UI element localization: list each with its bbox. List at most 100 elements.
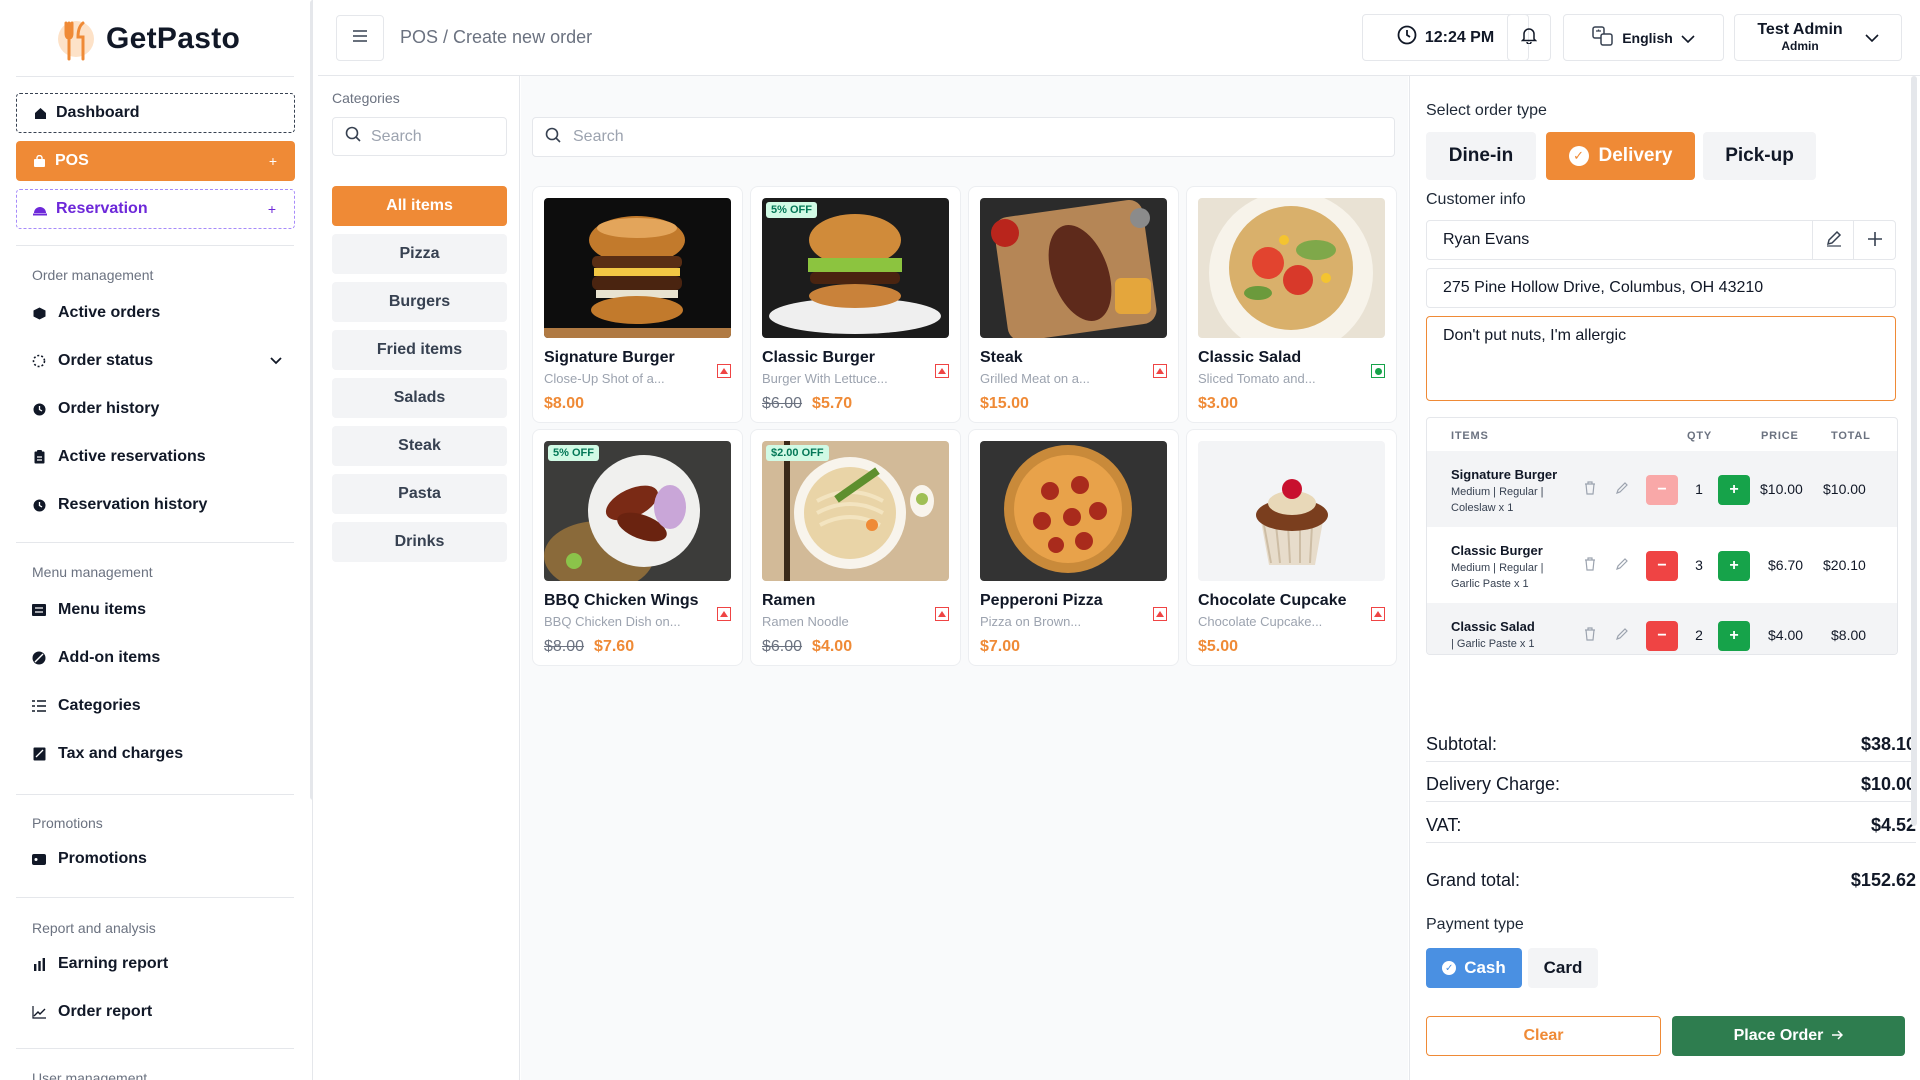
category-salads[interactable]: Salads [332, 378, 507, 418]
pencil-icon[interactable] [1616, 557, 1629, 573]
order-panel-scrollbar[interactable] [1911, 76, 1917, 826]
user-role: Admin [1781, 38, 1819, 53]
line-item-modifiers: Medium | Regular | Garlic Paste x 1 [1451, 562, 1544, 590]
sidebar-item-add-on-items[interactable]: Add-on items [32, 642, 282, 674]
decrease-qty-button[interactable]: − [1646, 551, 1678, 581]
customer-name-field[interactable]: Ryan Evans [1426, 220, 1896, 260]
sidebar-item-label: Active reservations [58, 448, 206, 465]
customer-info-label: Customer info [1426, 191, 1526, 208]
decrease-qty-button[interactable]: − [1646, 621, 1678, 651]
add-customer-button[interactable] [1853, 221, 1895, 259]
increase-qty-button[interactable]: + [1718, 621, 1750, 651]
category-search-input[interactable]: Search [332, 117, 507, 156]
clock-display: 12:24 PM [1362, 14, 1529, 61]
bell-icon [1520, 26, 1538, 49]
menu-toggle-button[interactable] [336, 15, 384, 61]
subtotal-row: Subtotal: $38.10 [1426, 728, 1916, 762]
check-icon: ✓ [1442, 961, 1457, 975]
item-description: Sliced Tomato and... [1198, 371, 1316, 386]
plus-icon[interactable]: + [269, 153, 277, 169]
line-item-price: $4.00 [1768, 627, 1804, 643]
order-type-pick-up[interactable]: Pick-up [1703, 132, 1816, 180]
status-icon [32, 354, 46, 368]
pencil-icon[interactable] [1616, 481, 1629, 497]
chevron-down-icon [1865, 29, 1879, 47]
plus-icon[interactable]: + [268, 201, 276, 217]
notifications-button[interactable] [1507, 14, 1551, 61]
sidebar-item-pos[interactable]: POS + [16, 141, 295, 181]
translate-icon [1592, 26, 1614, 49]
line-item-qty: 2 [1695, 627, 1703, 643]
menu-item-card[interactable]: Classic Salad Sliced Tomato and... $3.00 [1186, 186, 1397, 423]
language-selector[interactable]: English [1563, 14, 1724, 61]
order-type-dine-in[interactable]: Dine-in [1426, 132, 1536, 180]
menu-item-card[interactable]: Chocolate Cupcake Chocolate Cupcake... $… [1186, 429, 1397, 666]
item-old-price: $8.00 [544, 638, 585, 655]
trash-icon[interactable] [1584, 627, 1596, 644]
menu-item-card[interactable]: 5% OFF BBQ Chicken Wings BBQ Chicken Dis… [532, 429, 743, 666]
menu-item-card[interactable]: $2.00 OFF Ramen Ramen Noodle $6.00 $4.00 [750, 429, 961, 666]
trash-icon[interactable] [1584, 481, 1596, 498]
chevron-down-icon[interactable] [270, 354, 282, 368]
increase-qty-button[interactable]: + [1718, 475, 1750, 505]
sidebar-item-reservation-history[interactable]: Reservation history [32, 489, 282, 521]
menu-item-card[interactable]: Pepperoni Pizza Pizza on Brown... $7.00 [968, 429, 1179, 666]
sidebar-item-order-history[interactable]: Order history [32, 393, 282, 425]
category-pizza[interactable]: Pizza [332, 234, 507, 274]
category-pasta[interactable]: Pasta [332, 474, 507, 514]
user-menu[interactable]: Test Admin Admin [1734, 14, 1902, 61]
item-name: Steak [980, 349, 1023, 366]
sidebar-item-order-report[interactable]: Order report [32, 996, 282, 1028]
column-header-qty: QTY [1687, 430, 1713, 442]
food-image: $2.00 OFF [762, 441, 949, 581]
sidebar-item-menu-items[interactable]: Menu items [32, 594, 282, 626]
sidebar-item-dashboard[interactable]: Dashboard [16, 93, 295, 133]
divider [16, 794, 294, 795]
sidebar-item-label: Dashboard [56, 104, 140, 121]
menu-item-card[interactable]: Steak Grilled Meat on a... $15.00 [968, 186, 1179, 423]
place-order-button[interactable]: Place Order [1672, 1016, 1905, 1056]
payment-cash-button[interactable]: ✓ Cash [1426, 948, 1522, 988]
clipboard-icon [32, 450, 46, 464]
sidebar-item-order-status[interactable]: Order status [32, 345, 282, 377]
order-type-label: Delivery [1598, 145, 1673, 166]
trash-icon[interactable] [1584, 557, 1596, 574]
box-icon [32, 306, 46, 320]
current-time: 12:24 PM [1424, 28, 1495, 46]
item-name: Classic Burger [762, 349, 875, 366]
sidebar-item-active-reservations[interactable]: Active reservations [32, 441, 282, 473]
sidebar-item-active-orders[interactable]: Active orders [32, 297, 282, 329]
order-type-label: Select order type [1426, 102, 1547, 119]
sidebar-item-earning-report[interactable]: Earning report [32, 948, 282, 980]
clear-button[interactable]: Clear [1426, 1016, 1661, 1056]
line-item-name: Signature Burger [1451, 467, 1558, 482]
decrease-qty-button[interactable]: − [1646, 475, 1678, 505]
item-search-input[interactable]: Search [532, 117, 1395, 157]
payment-card-button[interactable]: Card [1528, 948, 1598, 988]
sidebar-item-promotions[interactable]: Promotions [32, 843, 282, 875]
edit-customer-button[interactable] [1812, 221, 1854, 259]
order-note-textarea[interactable]: Don't put nuts, I'm allergic [1426, 316, 1896, 401]
sidebar-item-reservation[interactable]: Reservation + [16, 189, 295, 229]
pencil-icon[interactable] [1616, 627, 1629, 643]
menu-item-card[interactable]: Signature Burger Close-Up Shot of a... $… [532, 186, 743, 423]
logo[interactable]: GetPasto [56, 14, 240, 64]
category-drinks[interactable]: Drinks [332, 522, 507, 562]
order-type-delivery[interactable]: ✓ Delivery [1546, 132, 1695, 180]
item-description: Burger With Lettuce... [762, 371, 888, 386]
category-burgers[interactable]: Burgers [332, 282, 507, 322]
category-all-items[interactable]: All items [332, 186, 507, 226]
category-steak[interactable]: Steak [332, 426, 507, 466]
divider [16, 897, 294, 898]
sidebar-item-categories[interactable]: Categories [32, 690, 282, 722]
sidebar-item-tax-and-charges[interactable]: Tax and charges [32, 738, 282, 770]
sidebar-scrollbar[interactable] [310, 0, 312, 800]
food-image [980, 441, 1167, 581]
increase-qty-button[interactable]: + [1718, 551, 1750, 581]
category-fried-items[interactable]: Fried items [332, 330, 507, 370]
search-icon [345, 126, 361, 147]
item-price: $5.70 [812, 395, 853, 412]
sidebar-item-label: Earning report [58, 955, 169, 972]
address-field[interactable]: 275 Pine Hollow Drive, Columbus, OH 4321… [1426, 268, 1896, 308]
menu-item-card[interactable]: 5% OFF Classic Burger Burger With Lettuc… [750, 186, 961, 423]
